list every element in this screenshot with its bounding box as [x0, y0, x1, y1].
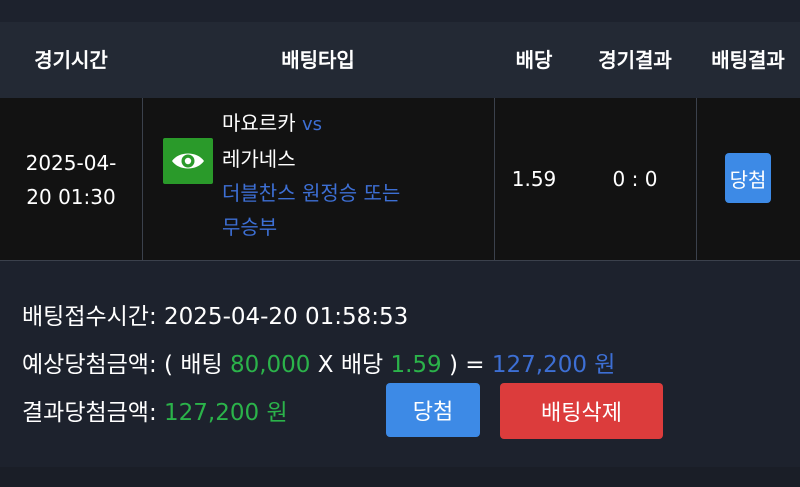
- odds-cell: 1.59: [511, 167, 557, 191]
- score-cell: 0 : 0: [612, 167, 658, 191]
- match-time-cell: 2025-04- 20 01:30: [0, 98, 142, 261]
- eye-icon[interactable]: [163, 138, 213, 184]
- result-amount: 127,200 원: [164, 400, 288, 426]
- header-match-result: 경기결과: [598, 48, 672, 72]
- header-odds: 배당: [515, 48, 553, 72]
- pick-line-2: 무승부: [222, 215, 278, 239]
- header-bet-result: 배팅결과: [711, 48, 785, 72]
- expected-label: 예상당첨금액:: [22, 352, 157, 378]
- received-value: 2025-04-20 01:58:53: [164, 304, 409, 330]
- bet-history-table: 경기시간 배팅타입 배당 경기결과 배팅결과 2025-04- 20 01:30…: [0, 22, 800, 261]
- x-odds-label: X 배당: [317, 352, 384, 378]
- bet-amount: 80,000: [229, 352, 311, 378]
- received-label: 배팅접수시간:: [22, 304, 157, 330]
- result-badge: 당첨: [725, 153, 771, 203]
- away-team: 레가네스: [222, 147, 296, 171]
- open-paren-bet: ( 배팅: [164, 352, 223, 378]
- odds-value: 1.59: [390, 352, 442, 378]
- close-eq: ) =: [448, 352, 485, 378]
- expected-amount-line: 예상당첨금액: ( 배팅 80,000 X 배당 1.59 ) = 127,20…: [22, 345, 615, 379]
- pick-line-1: 더블찬스 원정승 또는: [222, 181, 401, 205]
- column-divider: [142, 98, 143, 261]
- bottom-bar: [0, 467, 800, 487]
- top-strip: [0, 0, 800, 22]
- header-time: 경기시간: [34, 48, 108, 72]
- vs-label: vs: [301, 114, 322, 135]
- match-date: 2025-04-: [25, 150, 117, 175]
- table-header: 경기시간 배팅타입 배당 경기결과 배팅결과: [0, 22, 800, 98]
- match-time: 20 01:30: [26, 184, 116, 209]
- home-team: 마요르카: [222, 111, 296, 135]
- table-row: 2025-04- 20 01:30 마요르카 vs 레가네스 더블찬스 원정승 …: [0, 98, 800, 261]
- result-label: 결과당첨금액:: [22, 400, 157, 426]
- delete-bet-button[interactable]: 배팅삭제: [500, 383, 663, 439]
- bettype-cell: 마요르카 vs 레가네스 더블찬스 원정승 또는 무승부: [222, 106, 492, 244]
- received-time-line: 배팅접수시간: 2025-04-20 01:58:53: [22, 297, 408, 331]
- header-bettype: 배팅타입: [281, 48, 355, 72]
- win-button[interactable]: 당첨: [386, 383, 480, 437]
- expected-amount: 127,200 원: [491, 352, 616, 378]
- column-divider: [696, 98, 697, 261]
- result-amount-line: 결과당첨금액: 127,200 원: [22, 393, 288, 427]
